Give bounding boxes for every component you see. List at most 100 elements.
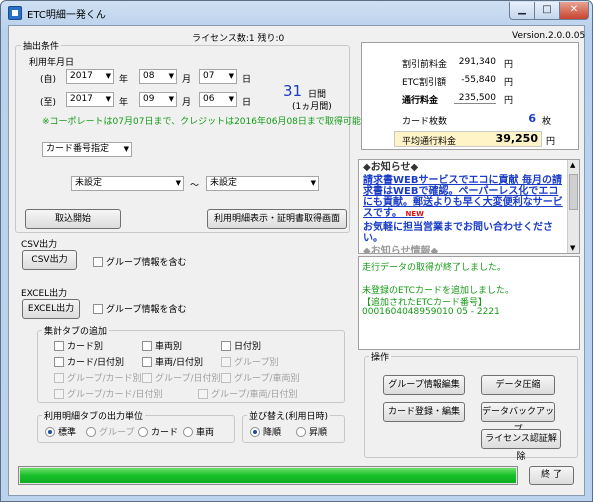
- unit-standard-radio[interactable]: 標準: [45, 425, 76, 438]
- csv-group-title: CSV出力: [21, 240, 58, 250]
- csv-output-button[interactable]: CSV出力: [22, 250, 77, 270]
- etc-discount-unit: 円: [504, 78, 514, 88]
- avg-toll-label: 平均通行料金: [402, 137, 457, 147]
- excel-group-title: EXCEL出力: [21, 289, 68, 299]
- from-day-unit: 日: [242, 75, 252, 85]
- news-title: ◆お知らせ◆: [363, 162, 419, 173]
- news-scrollbar[interactable]: ▲ ▼: [567, 160, 579, 253]
- unit-card-radio[interactable]: カード: [138, 425, 178, 438]
- card-count-value: 6: [528, 112, 536, 125]
- tab-date-checkbox[interactable]: 日付別: [221, 339, 261, 352]
- scroll-thumb[interactable]: [569, 174, 578, 210]
- card-register-button[interactable]: カード登録・編集: [383, 402, 465, 422]
- unit-vehicle-radio[interactable]: 車両: [183, 425, 214, 438]
- discount-before-unit: 円: [504, 60, 514, 70]
- fetch-button[interactable]: 取込開始: [25, 209, 121, 229]
- tabs-add-title: 集計タブの追加: [42, 324, 110, 337]
- discount-before-label: 割引前料金: [402, 60, 448, 70]
- range-tilde: ～: [190, 181, 200, 191]
- excel-output-button[interactable]: EXCEL出力: [22, 299, 80, 319]
- statement-unit-title: 利用明細タブの出力単位: [42, 409, 146, 422]
- sort-asc-radio[interactable]: 昇順: [296, 425, 327, 438]
- tab-card-checkbox[interactable]: カード別: [54, 339, 103, 352]
- sort-title: 並び替え(利用日時): [247, 409, 331, 422]
- data-backup-button[interactable]: データバックアップ: [481, 402, 555, 435]
- operations-title: 操作: [369, 350, 392, 363]
- toll-value: 235,500: [454, 93, 496, 104]
- sort-desc-radio[interactable]: 降順: [250, 425, 281, 438]
- from-year-unit: 年: [119, 75, 129, 85]
- from-day-select[interactable]: 07 ▼: [199, 69, 237, 84]
- excel-group-info-checkbox[interactable]: グループ情報を含む: [93, 302, 186, 315]
- progress-bar: [18, 466, 518, 485]
- minimize-button[interactable]: ▁: [509, 2, 535, 20]
- months-note: (1ヵ月間): [292, 102, 332, 112]
- tab-vehicle-checkbox[interactable]: 車両別: [142, 339, 182, 352]
- log-line-4: 0001604048959010 05 - 2221: [362, 307, 500, 317]
- window-title: ETC明細一発くん: [27, 10, 106, 21]
- new-badge: NEW: [405, 210, 424, 218]
- to-label: (至): [40, 98, 57, 108]
- tabs-add-group: 集計タブの追加 カード別 車両別 日付別 カード/日付別 車両/日付別 グループ…: [37, 324, 345, 403]
- title-bar[interactable]: ETC明細一発くん ▁ □ ✕: [1, 1, 592, 25]
- etc-discount-label: ETC割引額: [402, 78, 446, 88]
- tab-group-card-checkbox[interactable]: グループ/カード別: [54, 371, 142, 384]
- group-edit-button[interactable]: グループ情報編集: [383, 375, 465, 395]
- to-month-select[interactable]: 09 ▼: [139, 92, 177, 107]
- statement-screen-button[interactable]: 利用明細表示・証明書取得画面: [207, 209, 347, 229]
- maximize-button[interactable]: □: [534, 2, 560, 20]
- discount-before-value: 291,340: [458, 57, 496, 67]
- tab-vehicle-date-checkbox[interactable]: 車両/日付別: [142, 355, 203, 368]
- news-link[interactable]: 請求書WEBサービスでエコに貢献 毎月の請求書はWEBで確認。ペーパーレス化でエ…: [363, 175, 563, 220]
- extraction-group-title: 抽出条件: [21, 39, 62, 52]
- version-label: Version.2.0.0.05: [512, 31, 586, 41]
- data-compress-button[interactable]: データ圧縮: [481, 375, 555, 395]
- etc-discount-value: -55,840: [461, 75, 496, 85]
- operations-group: 操作 グループ情報編集 データ圧縮 カード登録・編集 データバックアップ ライセ…: [364, 350, 578, 462]
- progress-fill: [20, 468, 516, 483]
- app-window: ETC明細一発くん ▁ □ ✕ ライセンス数:1 残り:0 Version.2.…: [0, 0, 593, 502]
- to-day-unit: 日: [242, 98, 252, 108]
- card-count-label: カード枚数: [402, 117, 448, 127]
- tab-group-checkbox[interactable]: グループ別: [221, 355, 278, 368]
- summary-panel: 割引前料金 291,340 円 ETC割引額 -55,840 円 通行料金 23…: [361, 42, 579, 150]
- avg-toll-unit: 円: [546, 137, 556, 147]
- to-day-select[interactable]: 06 ▼: [199, 92, 237, 107]
- from-year-select[interactable]: 2017 ▼: [66, 69, 114, 84]
- scroll-down-icon[interactable]: ▼: [570, 244, 575, 252]
- toll-unit: 円: [504, 96, 514, 106]
- news-more: ◆お知らせ情報◆: [363, 246, 439, 254]
- log-line-1: 走行データの取得が終了しました。: [362, 263, 507, 273]
- app-icon: [8, 6, 22, 20]
- license-release-button[interactable]: ライセンス認証解除: [481, 429, 561, 462]
- news-contact: お気軽に担当営業までお問い合わせください。: [363, 222, 553, 244]
- availability-notice: ※コーポレートは07月07日まで、クレジットは2016年06月08日まで取得可能…: [42, 117, 387, 127]
- days-count: 31: [283, 82, 303, 100]
- news-panel: ◆お知らせ◆ 請求書WEBサービスでエコに貢献 毎月の請求書はWEBで確認。ペー…: [358, 159, 580, 254]
- main-client-area: ライセンス数:1 残り:0 Version.2.0.0.05 抽出条件 利用年月…: [8, 25, 585, 496]
- csv-group-info-checkbox[interactable]: グループ情報を含む: [93, 255, 186, 268]
- date-range-title: 利用年月日: [29, 58, 75, 68]
- statement-unit-group: 利用明細タブの出力単位 標準 グループ カード 車両: [37, 409, 235, 443]
- to-year-select[interactable]: 2017 ▼: [66, 92, 114, 107]
- to-year-unit: 年: [119, 98, 129, 108]
- to-month-unit: 月: [182, 98, 192, 108]
- card-spec-select[interactable]: カード番号指定 ▼: [42, 142, 132, 157]
- from-month-unit: 月: [182, 75, 192, 85]
- range-from-select[interactable]: 未設定 ▼: [71, 176, 184, 191]
- avg-toll-value: 39,250: [495, 132, 538, 145]
- tab-group-card-date-checkbox[interactable]: グループ/カード/日付別: [54, 387, 163, 400]
- tab-group-vehicle-date-checkbox[interactable]: グループ/車両/日付別: [198, 387, 298, 400]
- unit-group-radio[interactable]: グループ: [86, 425, 134, 438]
- close-button[interactable]: ✕: [559, 2, 589, 20]
- sort-group: 並び替え(利用日時) 降順 昇順: [242, 409, 345, 443]
- from-label: (自): [40, 75, 57, 85]
- tab-group-vehicle-checkbox[interactable]: グループ/車両別: [221, 371, 300, 384]
- exit-button[interactable]: 終 了: [529, 466, 574, 485]
- tab-group-date-checkbox[interactable]: グループ/日付別: [142, 371, 221, 384]
- from-month-select[interactable]: 08 ▼: [139, 69, 177, 84]
- scroll-up-icon[interactable]: ▲: [570, 161, 575, 169]
- extraction-conditions-group: 抽出条件 利用年月日 (自) 2017 ▼ 年 08 ▼ 月 07 ▼ 日 (至) 2…: [15, 39, 387, 233]
- tab-card-date-checkbox[interactable]: カード/日付別: [54, 355, 124, 368]
- range-to-select[interactable]: 未設定 ▼: [206, 176, 319, 191]
